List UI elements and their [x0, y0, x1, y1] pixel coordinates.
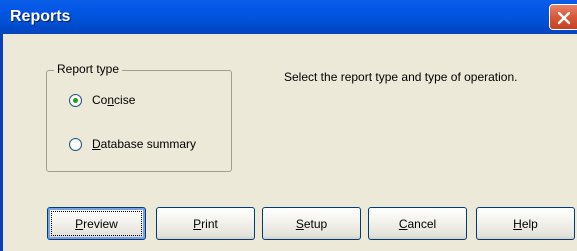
- close-icon: [557, 11, 571, 25]
- print-button[interactable]: Print: [156, 207, 255, 240]
- radio-database-summary-label[interactable]: Database summary: [92, 137, 196, 151]
- window-border-left: [0, 34, 3, 251]
- radio-concise[interactable]: Concise: [69, 91, 135, 109]
- window-title: Reports: [10, 8, 71, 25]
- help-button[interactable]: Help: [476, 207, 575, 240]
- preview-button[interactable]: Preview: [47, 207, 146, 240]
- close-button[interactable]: [549, 4, 577, 30]
- setup-button[interactable]: Setup: [262, 207, 361, 240]
- radio-selected-dot: [73, 97, 78, 103]
- radio-concise-label[interactable]: Concise: [92, 93, 135, 107]
- title-bar[interactable]: Reports: [0, 0, 577, 34]
- reports-dialog: Reports Report type Concise Database sum…: [0, 0, 577, 251]
- instruction-text: Select the report type and type of opera…: [284, 70, 518, 84]
- report-type-legend: Report type: [54, 62, 123, 76]
- report-type-group: [46, 70, 232, 172]
- radio-database-summary[interactable]: Database summary: [69, 135, 196, 153]
- radio-button-icon[interactable]: [69, 93, 82, 107]
- cancel-button[interactable]: Cancel: [368, 207, 467, 240]
- radio-button-icon[interactable]: [69, 137, 82, 151]
